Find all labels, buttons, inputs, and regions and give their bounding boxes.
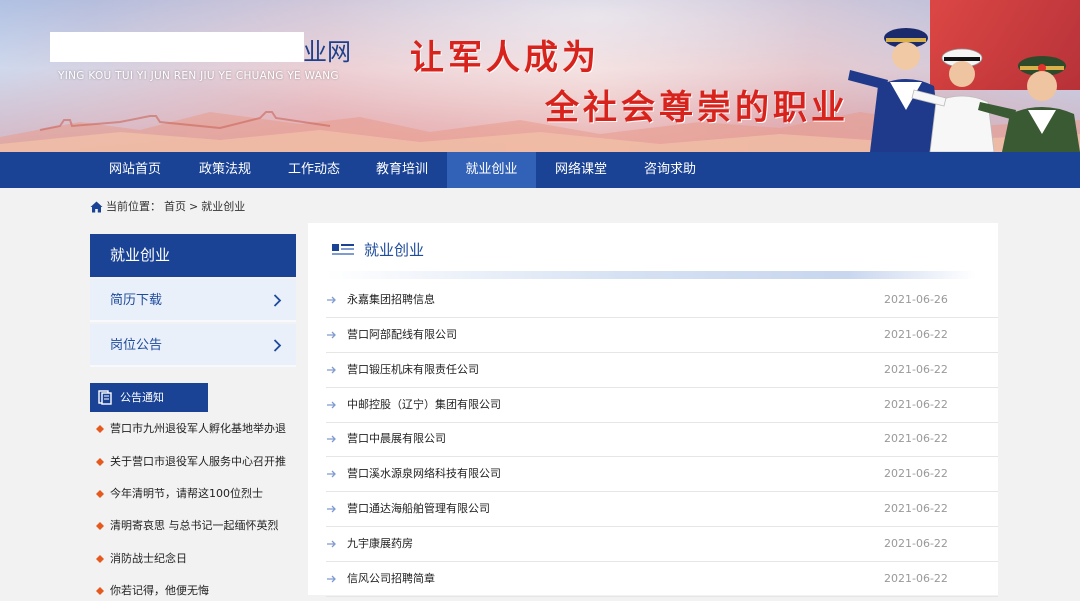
article-row[interactable]: 营口锻压机床有限责任公司 2021-06-22 [326, 353, 998, 388]
arrow-right-icon [327, 505, 336, 513]
article-title[interactable]: 营口溪水源泉网络科技有限公司 [347, 457, 501, 491]
article-title[interactable]: 营口阿部配线有限公司 [347, 318, 457, 352]
breadcrumb-prefix: 当前位置： [106, 200, 161, 213]
article-title[interactable]: 中邮控股（辽宁）集团有限公司 [347, 388, 501, 422]
article-date: 2021-06-22 [884, 537, 948, 550]
article-row[interactable]: 信风公司招聘简章 2021-06-22 [326, 562, 998, 597]
bullet-dot-icon [96, 425, 104, 433]
sidebar-item-job-notice[interactable]: 岗位公告 [90, 324, 296, 367]
notice-header-label: 公告通知 [120, 391, 164, 404]
arrow-right-icon [327, 331, 336, 339]
article-row[interactable]: 营口通达海船舶管理有限公司 2021-06-22 [326, 492, 998, 527]
notice-item[interactable]: 清明寄哀思 与总书记一起缅怀英烈 [90, 516, 300, 536]
soldiers-illustration [848, 28, 1080, 152]
content-panel: 就业创业 永嘉集团招聘信息 2021-06-26 营口阿部配线有限公司 2021… [308, 223, 998, 597]
notice-item[interactable]: 你若记得，他便无悔 [90, 581, 300, 601]
bullet-dot-icon [96, 587, 104, 595]
notice-item-text: 关于营口市退役军人服务中心召开推 [110, 455, 286, 468]
notice-item[interactable]: 营口市九州退役军人孵化基地举办退 [90, 419, 300, 439]
article-row[interactable]: 九宇康展药房 2021-06-22 [326, 527, 998, 562]
article-title[interactable]: 营口中晨展有限公司 [347, 422, 446, 456]
site-logo-pinyin: YING KOU TUI YI JUN REN JIU YE CHUANG YE… [58, 70, 339, 82]
notice-item-text: 今年清明节，请帮这100位烈士 [110, 487, 263, 500]
nav-item-consult[interactable]: 咨询求助 [631, 152, 709, 188]
notice-item-text: 你若记得，他便无悔 [110, 584, 209, 597]
article-date: 2021-06-22 [884, 363, 948, 376]
notice-item-text: 消防战士纪念日 [110, 552, 187, 565]
arrow-right-icon [327, 575, 336, 583]
nav-item-employment[interactable]: 就业创业 [447, 152, 536, 188]
title-divider [326, 271, 976, 279]
notice-header: 公告通知 [90, 383, 208, 412]
breadcrumb-home-link[interactable]: 首页 [164, 198, 186, 216]
bullet-dot-icon [96, 490, 104, 498]
article-date: 2021-06-26 [884, 293, 948, 306]
notice-item-text: 营口市九州退役军人孵化基地举办退 [110, 422, 286, 435]
article-date: 2021-06-22 [884, 467, 948, 480]
arrow-right-icon [327, 296, 336, 304]
article-date: 2021-06-22 [884, 502, 948, 515]
article-date: 2021-06-22 [884, 328, 948, 341]
panel-title: 就业创业 [364, 241, 425, 259]
article-title[interactable]: 营口通达海船舶管理有限公司 [347, 492, 490, 526]
breadcrumb-separator: > [189, 200, 199, 213]
nav-item-policy[interactable]: 政策法规 [186, 152, 264, 188]
notice-item[interactable]: 关于营口市退役军人服务中心召开推 [90, 452, 300, 472]
article-row[interactable]: 营口中晨展有限公司 2021-06-22 [326, 422, 998, 457]
article-title[interactable]: 营口锻压机床有限责任公司 [347, 353, 479, 387]
notice-item[interactable]: 今年清明节，请帮这100位烈士 [90, 484, 300, 504]
nav-item-training[interactable]: 教育培训 [363, 152, 441, 188]
site-banner: 业网 YING KOU TUI YI JUN REN JIU YE CHUANG… [0, 0, 1080, 152]
bullet-dot-icon [96, 522, 104, 530]
sidebar-title: 就业创业 [90, 234, 296, 277]
article-title[interactable]: 九宇康展药房 [347, 527, 413, 561]
sidebar-item-label: 简历下载 [110, 293, 163, 308]
nav-item-online-class[interactable]: 网络课堂 [542, 152, 620, 188]
notice-item[interactable]: 消防战士纪念日 [90, 549, 300, 569]
arrow-right-icon [327, 401, 336, 409]
breadcrumb: 当前位置： 首页 > 就业创业 [90, 198, 245, 216]
list-icon [332, 244, 354, 255]
slogan-line-1: 让军人成为 [410, 38, 600, 78]
article-date: 2021-06-22 [884, 398, 948, 411]
bullet-dot-icon [96, 458, 104, 466]
site-logo-suffix: 业网 [303, 38, 351, 66]
bullet-dot-icon [96, 555, 104, 563]
arrow-right-icon [327, 435, 336, 443]
sidebar-item-label: 岗位公告 [110, 338, 163, 353]
nav-item-news[interactable]: 工作动态 [275, 152, 353, 188]
main-navigation: 网站首页 政策法规 工作动态 教育培训 就业创业 网络课堂 咨询求助 [0, 152, 1080, 188]
book-icon [98, 390, 112, 405]
chevron-right-icon [273, 294, 282, 307]
arrow-right-icon [327, 470, 336, 478]
article-row[interactable]: 营口溪水源泉网络科技有限公司 2021-06-22 [326, 457, 998, 492]
nav-item-home[interactable]: 网站首页 [96, 152, 174, 188]
home-icon [90, 201, 103, 213]
article-date: 2021-06-22 [884, 572, 948, 585]
notice-item-text: 清明寄哀思 与总书记一起缅怀英烈 [110, 519, 279, 532]
sidebar-item-resume-download[interactable]: 简历下载 [90, 279, 296, 322]
slogan-line-2: 全社会尊崇的职业 [545, 88, 849, 128]
arrow-right-icon [327, 366, 336, 374]
article-row[interactable]: 营口阿部配线有限公司 2021-06-22 [326, 318, 998, 353]
breadcrumb-current: 就业创业 [201, 200, 246, 213]
article-row[interactable]: 中邮控股（辽宁）集团有限公司 2021-06-22 [326, 388, 998, 423]
arrow-right-icon [327, 540, 336, 548]
article-row[interactable]: 永嘉集团招聘信息 2021-06-26 [326, 283, 998, 318]
article-title[interactable]: 永嘉集团招聘信息 [347, 283, 435, 317]
article-title[interactable]: 信风公司招聘简章 [347, 562, 435, 596]
chevron-right-icon [273, 339, 282, 352]
article-date: 2021-06-22 [884, 432, 948, 445]
site-logo[interactable] [50, 32, 304, 62]
